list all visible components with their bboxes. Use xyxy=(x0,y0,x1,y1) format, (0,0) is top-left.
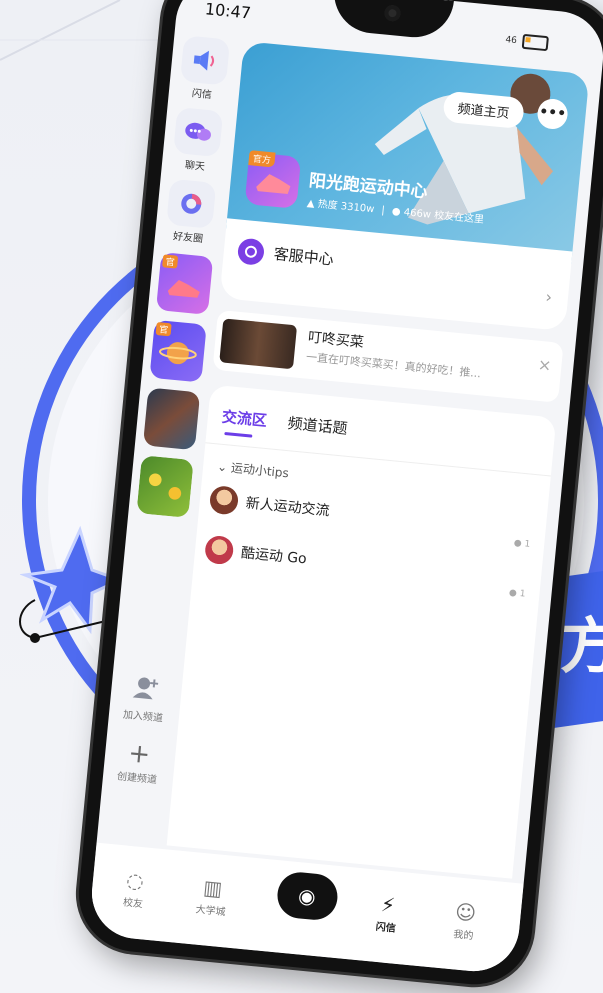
nav-alumni[interactable]: ◌ 校友 xyxy=(105,866,165,912)
tab-channel-topics[interactable]: 频道话题 xyxy=(287,412,349,439)
nav-label: 校友 xyxy=(122,897,144,911)
avatar xyxy=(203,534,235,566)
tab-discussion[interactable]: 交流区 xyxy=(221,406,268,431)
channel-main: 频道主页 ••• 官方 阳光跑运动中心 ▲ 热度 3310w | ● 466w … xyxy=(166,41,590,879)
join-channel-button[interactable]: 加入频道 xyxy=(114,672,174,725)
heat-value: 热度 3310w xyxy=(317,198,375,216)
rail-item-friends-circle[interactable]: 好友圈 xyxy=(163,178,219,246)
channel-name: 酷运动 Go xyxy=(240,545,308,568)
battery-icon xyxy=(522,33,550,52)
channel-thumbnail: 官 xyxy=(155,252,214,315)
promo-banner-text: 方 xyxy=(560,612,603,682)
promo-thumbnail xyxy=(219,318,298,370)
flash-icon: ⚡ xyxy=(379,892,397,918)
promo-title: 叮咚买菜 xyxy=(307,329,365,351)
status-time: 10:47 xyxy=(204,0,252,23)
nav-label: 闪信 xyxy=(375,921,397,935)
nav-label: 大学城 xyxy=(195,904,227,919)
phone-notch xyxy=(330,0,454,41)
customer-service-label: 客服中心 xyxy=(272,244,335,269)
create-channel-button[interactable]: + 创建频道 xyxy=(109,737,169,787)
camera-lens-icon xyxy=(383,4,401,22)
section-title: 运动小tips xyxy=(230,460,290,481)
channel-name: 新人运动交流 xyxy=(245,495,331,520)
member-count-value: 1 xyxy=(519,589,526,600)
nav-label: 我的 xyxy=(452,929,474,943)
nav-university-city[interactable]: ▥ 大学城 xyxy=(182,873,242,919)
active-tab-indicator xyxy=(224,432,253,438)
channel-thumbnail xyxy=(136,455,194,518)
flame-icon: ▲ xyxy=(306,197,316,210)
chevron-right-icon: › xyxy=(544,287,553,307)
rail-item-chat[interactable]: 聊天 xyxy=(169,107,225,175)
close-icon[interactable]: × xyxy=(537,355,552,375)
friends-circle-icon xyxy=(166,178,217,229)
chevron-down-icon: ⌄ xyxy=(216,459,228,475)
join-channel-icon xyxy=(116,672,175,710)
nav-flash-message[interactable]: ⚡ 闪信 xyxy=(357,890,417,936)
status-icons: 46 xyxy=(504,32,550,52)
official-badge: 官 xyxy=(162,254,179,269)
rail-item-label: 聊天 xyxy=(184,160,206,173)
channel-thumbnail xyxy=(142,387,201,451)
channel-thumbnail: 官 xyxy=(149,319,207,383)
person-icon: ● xyxy=(513,538,523,549)
person-icon: ● xyxy=(508,588,518,599)
speaker-icon xyxy=(179,35,231,86)
member-count-value: 1 xyxy=(523,539,531,550)
member-count: ● 1 xyxy=(508,588,525,600)
official-badge: 官方 xyxy=(248,150,276,168)
rail-item-flash-message[interactable]: 闪信 xyxy=(176,35,232,103)
alumni-icon: ◌ xyxy=(125,867,145,894)
camera-button[interactable]: ◉ xyxy=(274,870,340,922)
headset-icon xyxy=(236,237,266,266)
avatar xyxy=(208,485,240,516)
signal-icon: 46 xyxy=(504,35,518,47)
rail-channel-flowers[interactable] xyxy=(136,455,194,518)
promo-subtitle: 一直在叮咚买菜买！真的好吃！推... xyxy=(305,350,482,381)
rail-channel-game[interactable] xyxy=(142,387,201,451)
member-avatar-icon: ● xyxy=(391,206,402,218)
building-icon: ▥ xyxy=(202,875,224,901)
member-count: ● 1 xyxy=(513,538,530,550)
rail-channel-sunrun[interactable]: 官 xyxy=(155,252,214,315)
nav-profile[interactable]: ☺ 我的 xyxy=(435,898,495,944)
rail-item-label: 好友圈 xyxy=(172,231,204,246)
section-header[interactable]: ⌄ 运动小tips xyxy=(216,458,290,482)
rail-item-label: 闪信 xyxy=(191,88,213,102)
chat-bubble-icon xyxy=(173,107,224,158)
phone-screen: 10:47 46 闪信 聊天 好友圈 官 官 加入频道 + 创建频道 频道主页 … xyxy=(87,0,603,976)
rail-channel-planet[interactable]: 官 xyxy=(149,319,207,383)
profile-icon: ☺ xyxy=(454,899,478,926)
phone-mockup: 10:47 46 闪信 聊天 好友圈 官 官 加入频道 + 创建频道 频道主页 … xyxy=(73,0,603,990)
camera-icon: ◉ xyxy=(297,883,317,909)
channel-tabs-panel: 交流区 频道话题 ⌄ 运动小tips 新人运动交流 ● 1 酷运动 Go ● 1 xyxy=(166,384,557,879)
